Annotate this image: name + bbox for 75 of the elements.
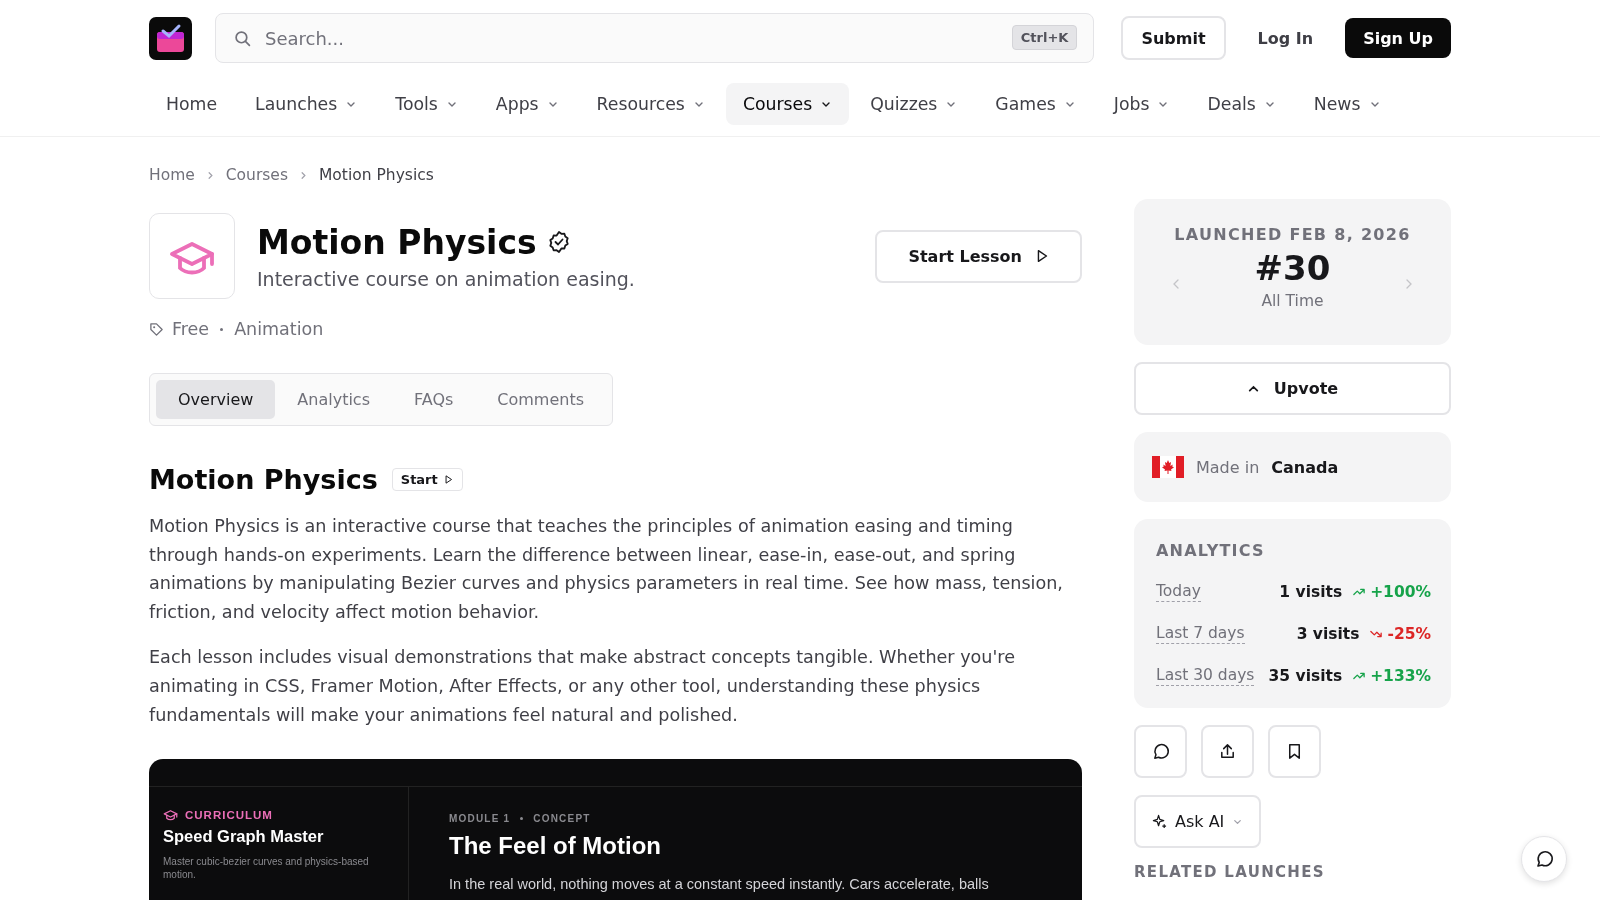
course-title: Speed Graph Master (163, 827, 325, 847)
nav-item[interactable]: Deals (1190, 83, 1293, 125)
app-logo[interactable] (149, 16, 192, 60)
course-description: Master cubic-bezier curves and physics-based motion. (163, 855, 370, 882)
share-icon (1218, 742, 1237, 761)
period-label: Last 7 days (1156, 624, 1245, 644)
trend-up-icon (1352, 670, 1367, 682)
sparkle-icon (1152, 814, 1167, 829)
bookmark-button[interactable] (1268, 725, 1321, 778)
login-button[interactable]: Log In (1239, 18, 1332, 58)
signup-button[interactable]: Sign Up (1345, 18, 1451, 58)
nav-item[interactable]: Courses (725, 83, 850, 125)
origin-label: Made in (1196, 457, 1260, 477)
shortcut-hint: Ctrl+K (1011, 25, 1078, 50)
nav-item[interactable]: Games (978, 83, 1093, 125)
section-heading: Motion Physics (149, 464, 378, 495)
visit-count: 3 visits (1296, 625, 1360, 643)
tag-icon (149, 321, 164, 337)
nav-item[interactable]: Jobs (1096, 83, 1187, 125)
nav-item[interactable]: News (1296, 83, 1398, 125)
analytics-title: ANALYTICS (1156, 541, 1266, 560)
change-percent: +133% (1352, 667, 1431, 685)
description-paragraph: Each lesson includes visual demonstrations that make abstract concepts tangible. Whether you're animating in CSS, Framer Motion, After Effects, or any other tool, understanding these physics fundamentals will make your animations feel natural and polished. (149, 646, 1016, 727)
nav-item[interactable]: Quizzes (853, 83, 975, 125)
rank-number: #30 (1254, 247, 1331, 288)
visit-count: 35 visits (1268, 667, 1343, 685)
tab[interactable]: Analytics (275, 380, 392, 419)
search-icon (234, 30, 251, 47)
flag-icon (1152, 456, 1184, 478)
visit-count: 1 visits (1279, 583, 1343, 601)
tab[interactable]: Comments (475, 380, 607, 419)
comment-button[interactable] (1134, 725, 1187, 778)
graduation-cap-icon (163, 808, 178, 822)
trend-down-icon (1369, 628, 1384, 640)
origin-country: Canada (1271, 457, 1339, 477)
product-title: Motion Physics (257, 222, 537, 262)
category-tag: Animation (234, 319, 324, 339)
nav-item[interactable]: Resources (579, 83, 722, 125)
change-percent: +100% (1352, 583, 1431, 601)
module-label: CONCEPT (533, 813, 591, 825)
submit-button[interactable]: Submit (1121, 16, 1226, 60)
section-heading: RELATED LAUNCHES (1134, 863, 1326, 881)
comment-icon (1151, 742, 1170, 761)
tab[interactable]: FAQs (392, 380, 476, 419)
change-percent: -25% (1369, 625, 1431, 643)
rank-period: All Time (1261, 291, 1324, 310)
trend-up-icon (1352, 586, 1367, 598)
launch-date: LAUNCHED FEB 8, 2026 (1174, 224, 1411, 244)
nav-item[interactable]: Tools (378, 83, 475, 125)
breadcrumb-link[interactable]: Courses (225, 166, 288, 184)
period-label: Today (1156, 582, 1201, 602)
module-label: MODULE 1 (449, 813, 511, 825)
start-lesson-button[interactable]: Start Lesson (875, 229, 1082, 283)
upvote-button[interactable]: Upvote (1134, 362, 1451, 415)
chat-bubble-icon (1534, 849, 1554, 869)
separator-dot (520, 817, 524, 821)
period-label: Last 30 days (1156, 666, 1255, 686)
product-tagline: Interactive course on animation easing. (257, 267, 636, 290)
lesson-title: The Feel of Motion (449, 832, 662, 861)
share-button[interactable] (1201, 725, 1254, 778)
chat-button[interactable] (1521, 836, 1567, 882)
nav-item[interactable]: Home (149, 83, 235, 125)
nav-item[interactable]: Launches (238, 83, 375, 125)
nav-item[interactable]: Apps (478, 83, 576, 125)
tab[interactable]: Overview (156, 380, 276, 419)
ask-ai-button[interactable]: Ask AI (1134, 795, 1262, 848)
category-tag: Free (172, 319, 210, 339)
lesson-text: In the real world, nothing moves at a constant speed instantly. Cars accelerate, balls (449, 876, 989, 893)
separator-dot (220, 327, 224, 331)
description-paragraph: Motion Physics is an interactive course that teaches the principles of animation easing and timing through hands-on experiments. Learn the difference between linear, ease-in, ease-out, and spring animations by manipulating Bezier curves and physics parameters in real time. See how mass, tension, friction, and velocity affect motion behavior. (149, 515, 1064, 624)
breadcrumb-link[interactable]: Home (149, 166, 195, 184)
breadcrumb-current: Motion Physics (319, 166, 434, 184)
start-badge[interactable]: Start (391, 468, 463, 491)
section-label: CURRICULUM (185, 808, 273, 821)
play-icon (442, 474, 454, 485)
